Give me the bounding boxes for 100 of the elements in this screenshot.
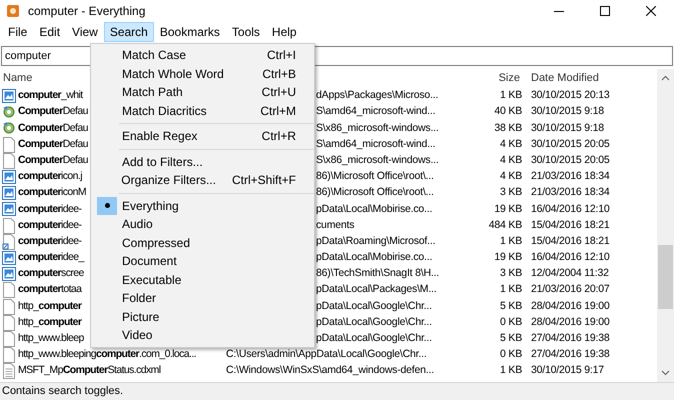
file-path: S\amd64_microsoft-wind... <box>316 105 436 118</box>
file-size: 5 KB <box>500 332 522 344</box>
file-name: computeridee- <box>18 234 82 249</box>
menu-item[interactable]: Everything <box>91 196 314 215</box>
scrollbar-thumb[interactable] <box>658 245 673 309</box>
date-modified: 15/04/2016 18:21 <box>531 234 610 247</box>
file-path: cuments <box>316 218 354 231</box>
shortcut-text: Ctrl+Shift+F <box>230 172 296 190</box>
file-size: 3 KB <box>500 186 522 198</box>
date-modified: 12/04/2004 11:32 <box>531 267 609 280</box>
file-path: S\amd64_microsoft-wind... <box>316 138 436 150</box>
menu-bar-item[interactable]: Bookmarks <box>154 22 226 42</box>
file-name: http_computer <box>18 314 82 330</box>
column-header[interactable]: Date Modified <box>523 70 599 87</box>
date-modified: 16/04/2016 12:10 <box>531 251 610 264</box>
menu-bar-item[interactable]: File <box>2 22 34 42</box>
file-size: 4 KB <box>500 154 522 166</box>
date-modified: 27/04/2016 19:38 <box>531 348 610 360</box>
menu-item[interactable]: Match Whole Word Ctrl+B <box>91 64 314 83</box>
file-size: 0 KB <box>500 316 522 328</box>
menu-item[interactable]: Match Path Ctrl+U <box>91 83 314 102</box>
file-path: pData\Local\Mobirise.co... <box>316 251 432 264</box>
date-modified: 21/03/2016 20:07 <box>531 283 610 296</box>
file-path: pData\Local\Google\Chr... <box>316 332 432 344</box>
menu-item[interactable]: Match Case Ctrl+I <box>91 46 314 64</box>
scrollbar[interactable] <box>657 69 674 382</box>
menu-item[interactable]: Executable <box>91 270 314 289</box>
file-name: http_www.bleepingcomputer.com_0.loca... <box>18 347 196 362</box>
file-size: 1 KB <box>500 283 522 296</box>
file-path: 86)\Microsoft Office\root\... <box>316 170 434 182</box>
file-size: 1 KB <box>500 234 522 247</box>
close-icon <box>646 6 656 16</box>
status-text: Contains search toggles. <box>2 384 124 400</box>
file-path: pData\Local\Mobirise.co... <box>316 202 432 215</box>
menu-item[interactable]: Document <box>91 252 314 270</box>
file-name: computeridee- <box>18 202 82 217</box>
date-modified: 15/04/2016 18:21 <box>531 218 610 231</box>
file-size: 19 KB <box>494 251 522 264</box>
file-name: ComputerDefau <box>18 104 88 120</box>
menu-bar-item[interactable]: Tools <box>226 22 266 42</box>
menu-item[interactable]: Picture <box>91 308 314 326</box>
file-size: 484 KB <box>488 218 522 231</box>
date-modified: 16/04/2016 12:10 <box>531 202 610 215</box>
menu-item[interactable]: Folder <box>91 289 314 308</box>
date-modified: 30/10/2015 20:05 <box>531 138 610 150</box>
file-size: 5 KB <box>500 300 522 312</box>
shortcut-text: Ctrl+M <box>259 102 296 120</box>
file-size: 0 KB <box>500 348 522 360</box>
maximize-icon <box>600 6 610 16</box>
file-path: dApps\Packages\Microso... <box>316 89 438 102</box>
scroll-down-icon[interactable] <box>661 370 670 376</box>
file-size: 19 KB <box>494 202 522 215</box>
date-modified: 30/10/2015 20:13 <box>531 89 610 102</box>
date-modified: 30/10/2015 9:17 <box>531 364 604 376</box>
file-name: ComputerDefau <box>18 136 88 152</box>
file-path: pData\Local\Packages\M... <box>316 283 436 296</box>
scroll-up-icon[interactable] <box>661 75 670 81</box>
menu-bar-item[interactable]: Search <box>104 22 154 42</box>
file-path: 86)\Microsoft Office\root\... <box>316 186 434 198</box>
file-name: computerscree <box>18 266 84 282</box>
file-name: computericonM <box>18 185 86 200</box>
file-size: 3 KB <box>500 267 522 280</box>
file-name: http_computer <box>18 298 82 314</box>
menu-item[interactable]: Organize Filters... Ctrl+Shift+F <box>91 171 314 190</box>
menu-bar-item[interactable]: Help <box>266 22 303 42</box>
app-icon <box>6 4 20 18</box>
menu-bar-item[interactable]: Edit <box>33 22 66 42</box>
file-size: 1 KB <box>500 89 522 102</box>
file-path: C:\Users\admin\AppData\Local\Google\Chr... <box>226 348 427 360</box>
menu-item[interactable]: Enable Regex Ctrl+R <box>91 127 314 146</box>
date-modified: 21/03/2016 18:34 <box>531 170 610 182</box>
file-path: pData\Local\Google\Chr... <box>316 316 432 328</box>
file-name: computer_whit <box>18 88 83 104</box>
menu-item[interactable]: Compressed <box>91 234 314 252</box>
menu-item[interactable]: Audio <box>91 215 314 234</box>
file-size: 4 KB <box>500 170 522 182</box>
date-modified: 28/04/2016 19:00 <box>531 300 610 312</box>
menu-item[interactable]: Match Diacritics Ctrl+M <box>91 102 314 120</box>
date-modified: 21/03/2016 18:34 <box>531 186 610 198</box>
shortcut-text: Ctrl+U <box>260 84 296 102</box>
column-header[interactable]: Size <box>470 70 523 87</box>
date-modified: 30/10/2015 20:05 <box>531 154 610 166</box>
date-modified: 27/04/2016 19:38 <box>531 332 610 344</box>
file-size: 40 KB <box>494 105 522 118</box>
shortcut-text: Ctrl+I <box>266 47 296 64</box>
file-path: S\x86_microsoft-windows... <box>316 154 439 166</box>
file-name: computericon.j <box>18 169 82 184</box>
file-path: pData\Roaming\Microsof... <box>316 234 436 247</box>
file-name: ComputerDefau <box>18 120 88 136</box>
menu-item[interactable]: Add to Filters... <box>91 152 314 171</box>
file-name: MSFT_MpComputerStatus.cdxml <box>18 363 161 378</box>
menu-item[interactable]: Video <box>91 326 314 344</box>
date-modified: 30/10/2015 9:18 <box>531 122 604 134</box>
menu-bar-item[interactable]: View <box>66 22 104 42</box>
shortcut-text: Ctrl+R <box>260 128 296 146</box>
file-path: S\x86_microsoft-windows... <box>316 122 439 134</box>
file-path: 86)\TechSmith\SnagIt 8\H... <box>316 267 439 280</box>
file-path: pData\Local\Google\Chr... <box>316 300 432 312</box>
date-modified: 30/10/2015 9:18 <box>531 105 604 118</box>
file-name: computertotaa <box>18 282 82 298</box>
